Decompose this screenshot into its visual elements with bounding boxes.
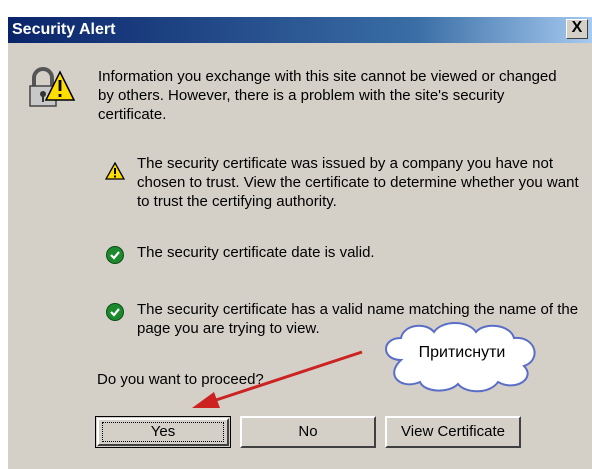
- annotation-arrow: [192, 350, 363, 408]
- check-icon: [106, 303, 124, 321]
- yes-button[interactable]: Yes: [95, 416, 231, 448]
- check-item-text: The security certificate date is valid.: [137, 244, 375, 261]
- lock-warning-icon: [29, 67, 76, 107]
- dialog-title: Security Alert: [12, 21, 116, 38]
- warning-item-text: The security certificate was issued by a…: [137, 155, 579, 210]
- view-certificate-button[interactable]: View Certificate: [385, 416, 521, 448]
- yes-button-label: Yes: [150, 423, 176, 440]
- callout-text: Притиснути: [418, 344, 506, 361]
- check-icon: [106, 246, 124, 264]
- intro-text: Information you exchange with this site …: [98, 68, 557, 123]
- close-button[interactable]: X: [566, 19, 588, 39]
- warning-icon: [105, 162, 125, 180]
- no-button[interactable]: No: [240, 416, 376, 448]
